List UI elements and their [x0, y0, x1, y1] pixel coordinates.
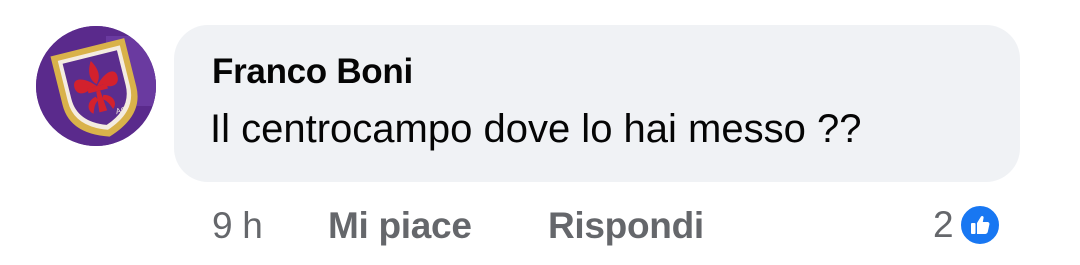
avatar[interactable]: AC [36, 26, 156, 146]
comment-actions: 9 h Mi piace Rispondi 2 [0, 201, 1080, 251]
like-thumb-icon [957, 203, 1002, 247]
comment-timestamp[interactable]: 9 h [212, 205, 263, 247]
reaction-count: 2 [933, 204, 954, 245]
comment-author[interactable]: Franco Boni [212, 52, 413, 92]
fiorentina-lily-crest-icon: AC [36, 26, 156, 146]
comment-text: Il centrocampo dove lo hai messo ?? [210, 107, 862, 151]
comment-bubble: Franco Boni Il centrocampo dove lo hai m… [174, 25, 1020, 182]
reaction-summary[interactable]: 2 [933, 201, 1002, 249]
like-button[interactable]: Mi piace [328, 205, 472, 247]
reply-button[interactable]: Rispondi [548, 205, 704, 247]
